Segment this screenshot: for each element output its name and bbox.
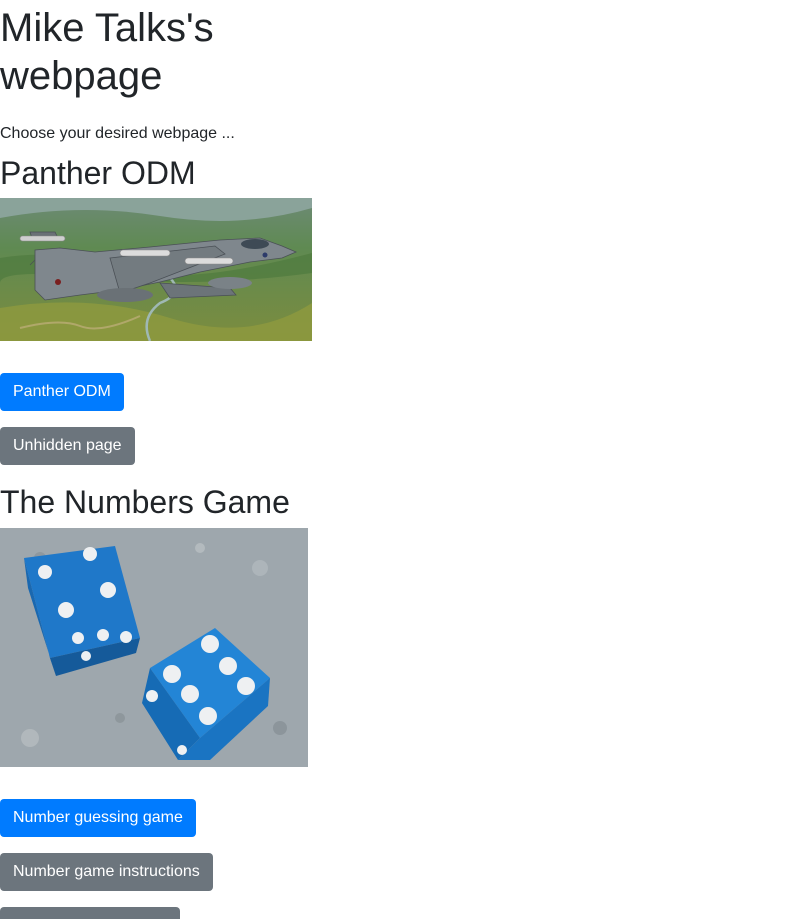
unhidden-page-button[interactable]: Unhidden page — [0, 427, 135, 465]
panther-odm-heading: Panther ODM — [0, 155, 196, 191]
number-game-instructions-button[interactable]: Number game instructions — [0, 853, 213, 891]
numbers-game-heading: The Numbers Game — [0, 484, 290, 520]
number-guessing-game-button[interactable]: Number guessing game — [0, 799, 196, 837]
page: Mike Talks's webpage Choose your desired… — [0, 0, 788, 919]
number-game-extra-button[interactable] — [0, 907, 180, 919]
intro-text: Choose your desired webpage ... — [0, 125, 235, 142]
jet-aircraft-image — [0, 198, 312, 341]
panther-odm-button[interactable]: Panther ODM — [0, 373, 124, 411]
blue-dice-image — [0, 528, 308, 767]
site-title: Mike Talks's webpage — [0, 6, 214, 98]
